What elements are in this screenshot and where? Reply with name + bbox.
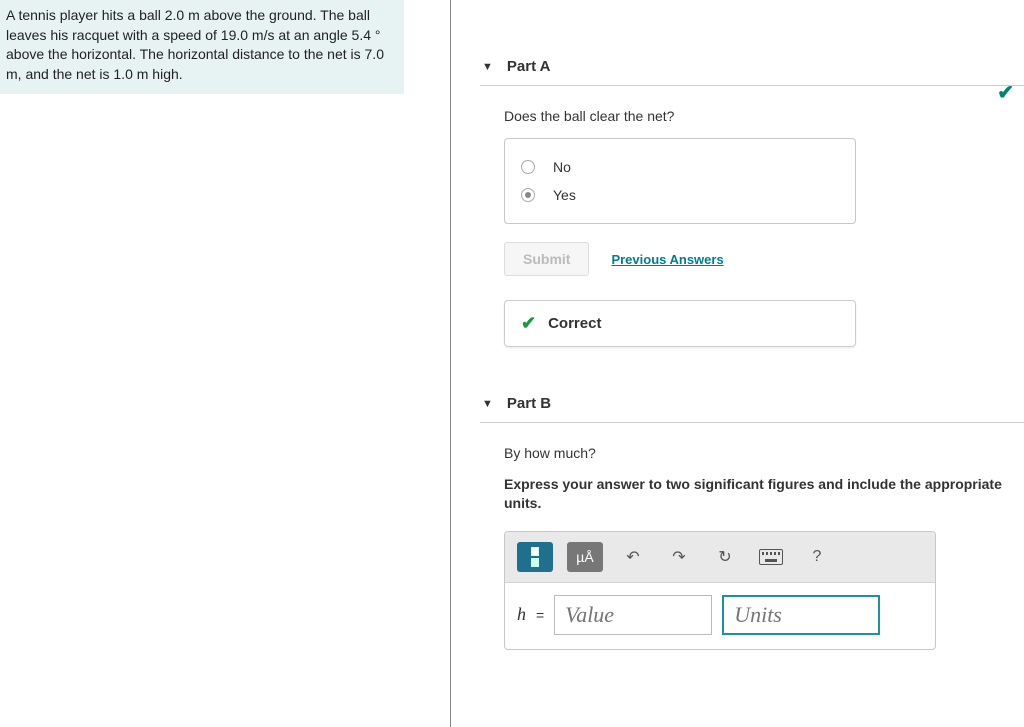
answer-panel: µÅ ↶ ↷ ↻ ? h = (504, 531, 936, 650)
value-input[interactable] (554, 595, 712, 635)
part-a-question: Does the ball clear the net? (504, 108, 1024, 124)
collapse-icon: ▼ (482, 398, 493, 410)
part-b-instruction: Express your answer to two significant f… (504, 475, 1024, 513)
part-a-title: Part A (507, 58, 551, 75)
check-icon: ✔ (521, 313, 536, 334)
part-b-question: By how much? (504, 445, 1024, 461)
radio-icon (521, 160, 535, 174)
part-a-header[interactable]: ▼ Part A ✔ (480, 44, 1024, 86)
vertical-divider (450, 0, 451, 727)
problem-statement: A tennis player hits a ball 2.0 m above … (0, 0, 404, 94)
equals-label: = (536, 607, 544, 623)
option-label: Yes (553, 187, 576, 203)
options-box: No Yes (504, 138, 856, 224)
units-button[interactable]: µÅ (567, 542, 603, 572)
correct-label: Correct (548, 315, 601, 332)
previous-answers-link[interactable]: Previous Answers (611, 252, 723, 267)
part-b-title: Part B (507, 395, 551, 412)
submit-button: Submit (504, 242, 589, 276)
collapse-icon: ▼ (482, 61, 493, 73)
part-a-body: Does the ball clear the net? No Yes Subm… (480, 86, 1024, 347)
radio-icon (521, 188, 535, 202)
answer-area: ▼ Part A ✔ Does the ball clear the net? … (480, 0, 1024, 650)
submit-row: Submit Previous Answers (504, 242, 1024, 276)
problem-text: A tennis player hits a ball 2.0 m above … (6, 7, 384, 82)
help-icon[interactable]: ? (801, 542, 833, 572)
answer-toolbar: µÅ ↶ ↷ ↻ ? (505, 532, 935, 583)
undo-icon[interactable]: ↶ (617, 542, 649, 572)
part-b-header[interactable]: ▼ Part B (480, 381, 1024, 423)
units-input[interactable] (722, 595, 880, 635)
redo-icon[interactable]: ↷ (663, 542, 695, 572)
option-yes[interactable]: Yes (521, 181, 839, 209)
option-no[interactable]: No (521, 153, 839, 181)
reset-icon[interactable]: ↻ (709, 542, 741, 572)
option-label: No (553, 159, 571, 175)
answer-input-row: h = (505, 583, 935, 649)
check-icon: ✔ (997, 80, 1014, 105)
keyboard-icon[interactable] (755, 542, 787, 572)
part-b-body: By how much? Express your answer to two … (480, 423, 1024, 650)
template-icon[interactable] (517, 542, 553, 572)
correct-feedback: ✔ Correct (504, 300, 856, 347)
variable-label: h (517, 604, 526, 625)
